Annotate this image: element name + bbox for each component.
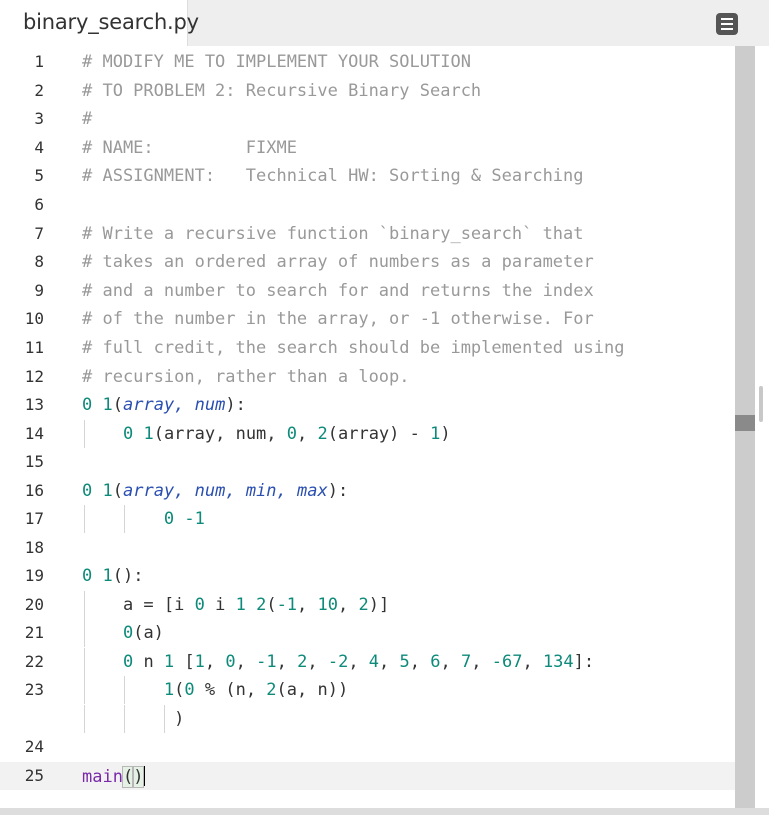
- indent-guide: [84, 591, 85, 619]
- code-line[interactable]: 8 # takes an ordered array of numbers as …: [0, 248, 735, 276]
- code-text: 0 1(array, num, min, max):: [82, 481, 349, 501]
- code-line[interactable]: 14 0 1(array, num, 0, 2(array) - 1): [0, 420, 735, 448]
- code-line[interactable]: 16 0 1(array, num, min, max):: [0, 477, 735, 505]
- code-text: # takes an ordered array of numbers as a…: [82, 252, 594, 272]
- line-number: 9: [34, 281, 44, 300]
- code-text: 1(0 % (n, 2(a, n)): [163, 680, 349, 700]
- code-text: 0 n 1 [1, 0, -1, 2, -2, 4, 5, 6, 7, -67,…: [122, 652, 595, 672]
- code-line[interactable]: 4 # NAME: FIXME: [0, 134, 735, 162]
- indent-guide: [124, 676, 125, 704]
- text-cursor: [143, 766, 146, 786]
- code-text: # ASSIGNMENT: Technical HW: Sorting & Se…: [82, 166, 584, 186]
- code-line[interactable]: 25 main(): [0, 762, 735, 790]
- code-line[interactable]: 22 0 n 1 [1, 0, -1, 2, -2, 4, 5, 6, 7, -…: [0, 648, 735, 676]
- indent-guide: [164, 705, 165, 733]
- code-line[interactable]: 19 0 1():: [0, 562, 735, 590]
- code-text: 0(a): [122, 623, 164, 643]
- indent-guide: [84, 705, 85, 733]
- code-text: # and a number to search for and returns…: [82, 281, 594, 301]
- line-number: 14: [24, 424, 44, 443]
- file-tab-label: binary_search.py: [23, 10, 199, 34]
- indent-guide: [84, 505, 85, 533]
- code-line[interactable]: 3 #: [0, 105, 735, 133]
- code-line[interactable]: 24: [0, 733, 735, 761]
- code-line[interactable]: 23 1(0 % (n, 2(a, n)): [0, 676, 735, 704]
- editor-scrollbar-thumb[interactable]: [735, 415, 755, 431]
- code-text: 0 1(array, num):: [82, 395, 246, 415]
- code-text: 0 1():: [82, 566, 144, 586]
- code-line[interactable]: 2 # TO PROBLEM 2: Recursive Binary Search: [0, 77, 735, 105]
- code-text: 0 -1: [163, 509, 205, 529]
- code-line[interactable]: ): [0, 705, 735, 733]
- file-tab[interactable]: binary_search.py: [0, 0, 199, 46]
- line-number: 23: [24, 680, 44, 699]
- code-line[interactable]: 20 a = [i 0 i 1 2(-1, 10, 2)]: [0, 591, 735, 619]
- line-number: 16: [24, 481, 44, 500]
- code-text: # full credit, the search should be impl…: [82, 338, 625, 358]
- code-text: a = [i 0 i 1 2(-1, 10, 2)]: [82, 595, 390, 615]
- line-number: 13: [24, 395, 44, 414]
- indent-guide: [84, 420, 85, 448]
- line-number: 17: [24, 509, 44, 528]
- code-line[interactable]: 10 # of the number in the array, or -1 ot…: [0, 305, 735, 333]
- code-line[interactable]: 17 0 -1: [0, 505, 735, 533]
- code-text: # recursion, rather than a loop.: [82, 367, 410, 387]
- line-number: 24: [24, 737, 44, 756]
- line-number: 4: [34, 138, 44, 157]
- code-line[interactable]: 21 0(a): [0, 619, 735, 647]
- code-line[interactable]: 9 # and a number to search for and return…: [0, 277, 735, 305]
- line-number: 25: [24, 766, 44, 785]
- indent-guide: [124, 505, 125, 533]
- code-line[interactable]: 15: [0, 448, 735, 476]
- line-number: 22: [24, 652, 44, 671]
- line-number: 6: [34, 195, 44, 214]
- page-scrollbar-thumb[interactable]: [759, 386, 763, 422]
- line-number: 3: [34, 109, 44, 128]
- horizontal-scrollbar[interactable]: [0, 808, 769, 815]
- line-number: 11: [24, 338, 44, 357]
- indent-guide: [84, 676, 85, 704]
- code-text: #: [82, 109, 93, 129]
- code-text: 0 1(array, num, 0, 2(array) - 1): [122, 424, 451, 444]
- line-number: 10: [24, 309, 44, 328]
- code-text: main(): [82, 766, 146, 788]
- code-text: # TO PROBLEM 2: Recursive Binary Search: [82, 81, 482, 101]
- tab-bar: binary_search.py: [0, 0, 769, 46]
- line-number: 15: [24, 452, 44, 471]
- code-line[interactable]: 6: [0, 191, 735, 219]
- line-number: 19: [24, 566, 44, 585]
- code-line[interactable]: 12 # recursion, rather than a loop.: [0, 363, 735, 391]
- indent-guide: [84, 619, 85, 647]
- line-number: 20: [24, 595, 44, 614]
- code-line[interactable]: 13 0 1(array, num):: [0, 391, 735, 419]
- indent-guide: [84, 648, 85, 676]
- code-line[interactable]: 5 # ASSIGNMENT: Technical HW: Sorting & S…: [0, 162, 735, 190]
- code-editor[interactable]: 1 # MODIFY ME TO IMPLEMENT YOUR SOLUTION 2…: [0, 46, 769, 815]
- line-number: 18: [24, 538, 44, 557]
- code-text: ): [82, 709, 185, 729]
- line-number: 2: [34, 81, 44, 100]
- code-text: # of the number in the array, or -1 othe…: [82, 309, 594, 329]
- code-text: # Write a recursive function `binary_sea…: [82, 224, 584, 244]
- code-text: # MODIFY ME TO IMPLEMENT YOUR SOLUTION: [82, 52, 471, 72]
- code-text: # NAME: FIXME: [82, 138, 297, 158]
- line-number: 7: [34, 224, 44, 243]
- code-line[interactable]: 1 # MODIFY ME TO IMPLEMENT YOUR SOLUTION: [0, 48, 735, 76]
- line-number: 8: [34, 252, 44, 271]
- code-line[interactable]: 7 # Write a recursive function `binary_se…: [0, 220, 735, 248]
- code-line[interactable]: 18: [0, 534, 735, 562]
- indent-guide: [124, 705, 125, 733]
- line-number: 5: [34, 166, 44, 185]
- menu-icon[interactable]: [716, 13, 738, 35]
- line-number: 12: [24, 367, 44, 386]
- code-line[interactable]: 11 # full credit, the search should be im…: [0, 334, 735, 362]
- line-number: 1: [34, 52, 44, 71]
- line-number: 21: [24, 623, 44, 642]
